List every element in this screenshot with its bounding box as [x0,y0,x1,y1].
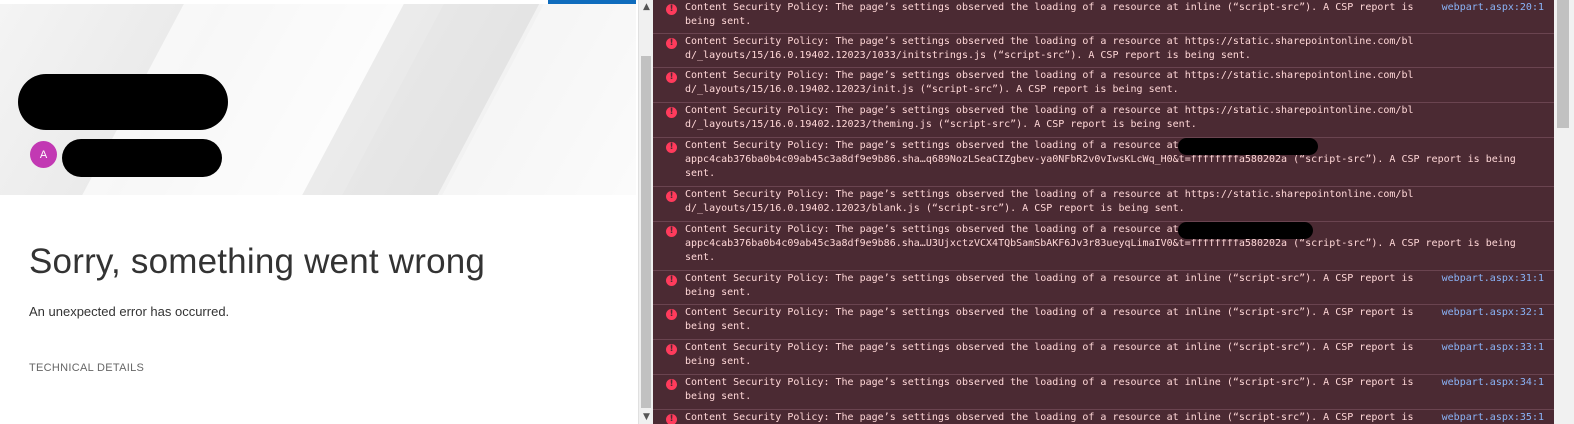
console-message: Content Security Policy: The page’s sett… [685,342,1420,367]
sharepoint-error-page: A Sorry, something went wrong An unexpec… [0,0,638,424]
console-error-row[interactable]: ! Content Security Policy: The page’s se… [653,34,1554,68]
console-message: Content Security Policy: The page’s sett… [685,140,1516,179]
console-error-row[interactable]: ! Content Security Policy: The page’s se… [653,222,1554,271]
error-icon: ! [666,107,677,118]
console-error-row[interactable]: ! Content Security Policy: The page’s se… [653,187,1554,222]
source-link[interactable]: webpart.aspx:20:1 [1442,1,1544,15]
devtools-console: ! Content Security Policy: The page’s se… [653,0,1554,424]
source-link[interactable]: webpart.aspx:35:1 [1442,411,1544,424]
console-message: Content Security Policy: The page’s sett… [685,70,1414,95]
page-scrollbar[interactable]: ▲ ▼ [638,0,654,424]
console-error-row[interactable]: ! Content Security Policy: The page’s se… [653,0,1554,34]
scrollbar-thumb[interactable] [1557,0,1569,128]
console-error-row[interactable]: ! Content Security Policy: The page’s se… [653,103,1554,138]
console-message: Content Security Policy: The page’s sett… [685,105,1414,130]
error-icon: ! [666,142,677,153]
scroll-down-arrow-icon[interactable]: ▼ [639,410,654,424]
console-error-row[interactable]: ! Content Security Policy: The page’s se… [653,305,1554,340]
error-icon: ! [666,379,677,390]
error-icon: ! [666,309,677,320]
redacted-url [1178,138,1318,155]
redacted-url [1178,222,1313,239]
error-icon: ! [666,226,677,237]
error-icon: ! [666,191,677,202]
redacted-site-title [18,74,228,130]
console-scrollbar[interactable] [1554,0,1574,424]
technical-details-link[interactable]: TECHNICAL DETAILS [29,362,144,374]
scrollbar-thumb[interactable] [641,56,651,408]
console-message: Content Security Policy: The page’s sett… [685,36,1414,61]
console-message: Content Security Policy: The page’s sett… [685,2,1420,27]
site-header-banner [0,4,636,195]
error-icon: ! [666,38,677,49]
avatar[interactable]: A [30,141,57,168]
console-message: Content Security Policy: The page’s sett… [685,412,1414,423]
source-link[interactable]: webpart.aspx:33:1 [1442,341,1544,355]
console-message: Content Security Policy: The page’s sett… [685,189,1414,214]
console-error-row[interactable]: ! Content Security Policy: The page’s se… [653,138,1554,187]
console-error-row[interactable]: ! Content Security Policy: The page’s se… [653,271,1554,305]
console-error-row[interactable]: ! Content Security Policy: The page’s se… [653,340,1554,375]
scroll-up-arrow-icon[interactable]: ▲ [639,0,654,14]
error-icon: ! [666,344,677,355]
redacted-site-owner [62,139,222,177]
source-link[interactable]: webpart.aspx:34:1 [1442,376,1544,390]
console-message: Content Security Policy: The page’s sett… [685,224,1516,263]
console-message: Content Security Policy: The page’s sett… [685,377,1420,402]
console-error-row[interactable]: ! Content Security Policy: The page’s se… [653,410,1554,424]
console-message: Content Security Policy: The page’s sett… [685,273,1420,298]
console-error-row[interactable]: ! Content Security Policy: The page’s se… [653,68,1554,103]
error-message: An unexpected error has occurred. [29,304,230,319]
error-icon: ! [666,4,677,15]
source-link[interactable]: webpart.aspx:32:1 [1442,306,1544,320]
error-icon: ! [666,275,677,286]
page-title: Sorry, something went wrong [29,242,486,281]
console-error-row[interactable]: ! Content Security Policy: The page’s se… [653,375,1554,410]
error-icon: ! [666,72,677,83]
source-link[interactable]: webpart.aspx:31:1 [1442,272,1544,286]
error-icon: ! [666,414,677,424]
console-message: Content Security Policy: The page’s sett… [685,307,1420,332]
